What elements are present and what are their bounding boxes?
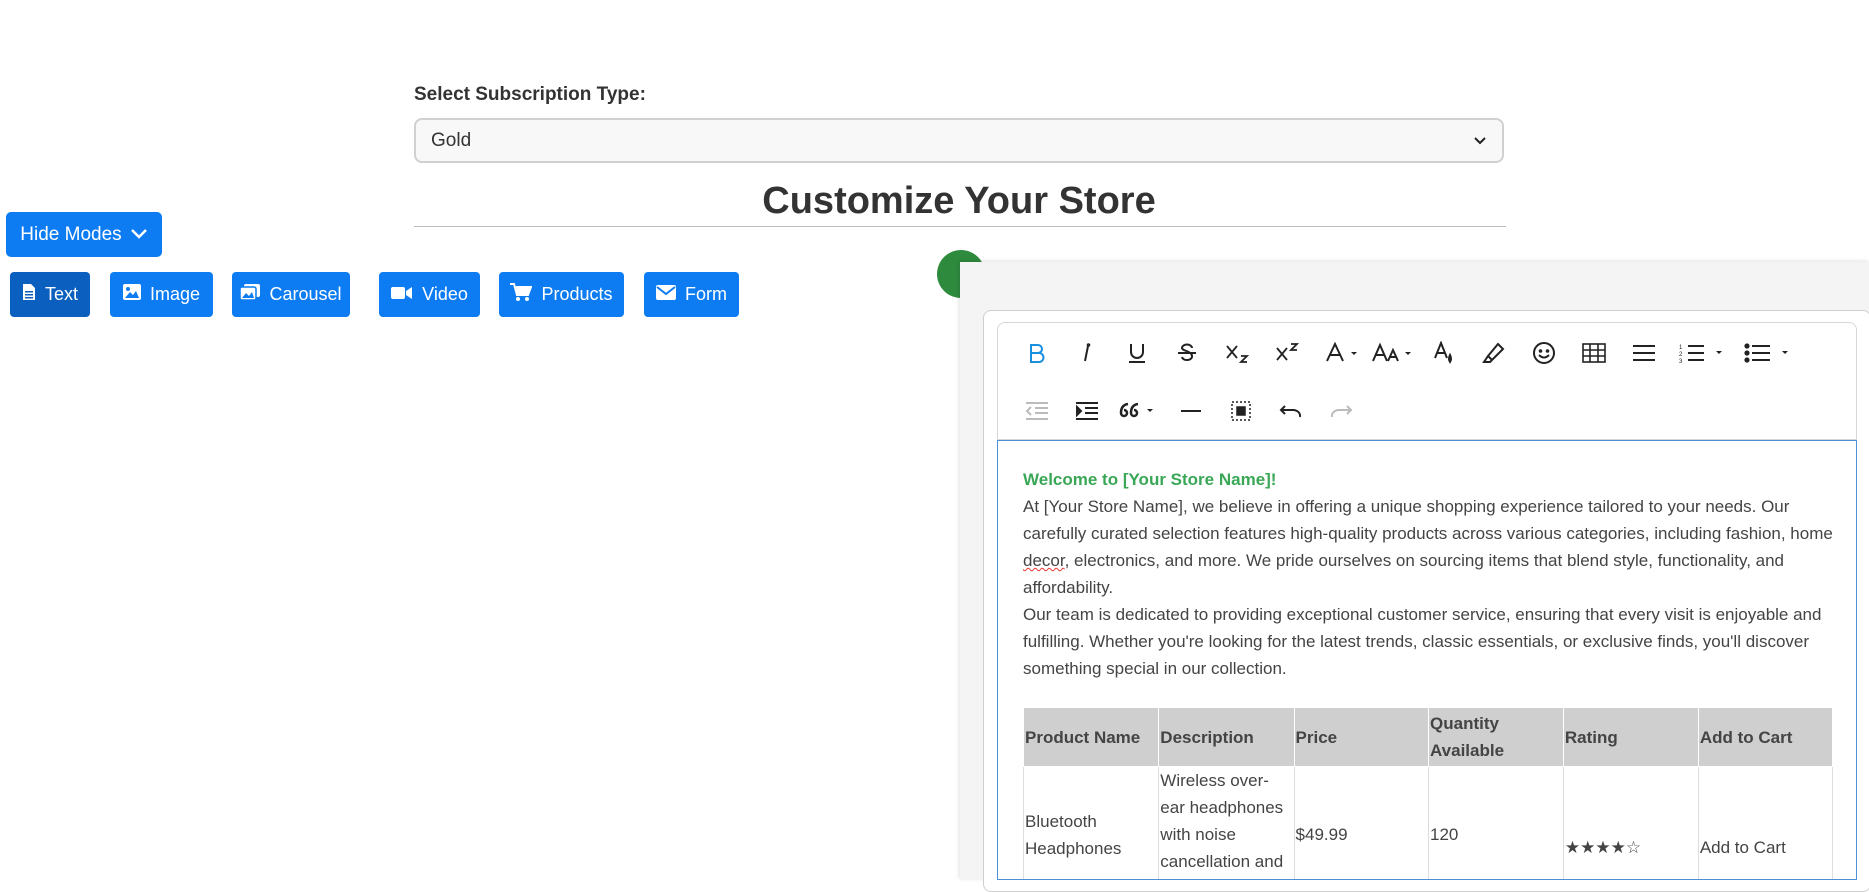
intro-paragraph: At [Your Store Name], we believe in offe… <box>1023 497 1833 597</box>
blockquote-icon[interactable] <box>1117 391 1161 431</box>
editor-content[interactable]: Welcome to [Your Store Name]! At [Your S… <box>997 440 1857 880</box>
mode-products-button[interactable]: Products <box>499 272 624 317</box>
font-color-icon[interactable] <box>1320 333 1366 373</box>
mode-carousel-label: Carousel <box>269 284 342 304</box>
table-cell: Wireless over-ear headphones with noise … <box>1158 766 1295 879</box>
indent-icon[interactable] <box>1067 391 1107 431</box>
svg-text:1: 1 <box>1679 345 1683 351</box>
mode-form-button[interactable]: Form <box>644 272 739 317</box>
italic-icon[interactable] <box>1067 333 1107 373</box>
table-row: Bluetooth Headphones Wireless over-ear h… <box>1022 766 1834 879</box>
table-cell: 120 <box>1428 766 1564 879</box>
svg-text:3: 3 <box>1679 359 1683 363</box>
emoji-icon[interactable] <box>1524 333 1564 373</box>
mode-video-button[interactable]: Video <box>379 272 480 317</box>
chevron-down-icon <box>130 224 148 246</box>
chevron-down-icon <box>1472 132 1488 154</box>
column-header: Description <box>1158 707 1295 767</box>
select-all-icon[interactable] <box>1221 391 1261 431</box>
subscription-select[interactable]: Gold <box>414 118 1504 163</box>
hide-modes-label: Hide Modes <box>20 223 122 245</box>
column-header: Price <box>1293 707 1430 767</box>
subscription-selected-value: Gold <box>431 129 472 151</box>
mode-image-label: Image <box>149 284 201 304</box>
superscript-icon[interactable] <box>1267 333 1307 373</box>
mode-text-button[interactable]: Text <box>10 272 90 317</box>
strikethrough-icon[interactable] <box>1167 333 1207 373</box>
table-icon[interactable] <box>1574 333 1614 373</box>
images-icon <box>239 284 261 305</box>
editor-toolbar: 123 <box>997 322 1857 440</box>
hide-modes-button[interactable]: Hide Modes <box>6 212 162 257</box>
text-color-icon[interactable] <box>1424 333 1464 373</box>
font-size-icon[interactable] <box>1370 333 1418 373</box>
service-paragraph: Our team is dedicated to providing excep… <box>1023 605 1822 678</box>
underline-icon[interactable] <box>1117 333 1157 373</box>
products-table: Product Name Description Price Quantity … <box>1022 707 1834 879</box>
rating-cell: ★★★★☆ <box>1562 766 1699 879</box>
table-cell: $49.99 <box>1293 766 1430 879</box>
subscription-label: Select Subscription Type: <box>414 84 646 105</box>
welcome-heading: Welcome to [Your Store Name]! <box>1023 470 1277 489</box>
video-icon <box>391 284 413 305</box>
mode-image-button[interactable]: Image <box>110 272 213 317</box>
table-header-row: Product Name Description Price Quantity … <box>1022 707 1834 767</box>
horizontal-rule-icon[interactable] <box>1171 391 1211 431</box>
mode-video-label: Video <box>422 284 468 304</box>
envelope-icon <box>656 284 676 305</box>
align-icon[interactable] <box>1624 333 1664 373</box>
svg-text:2: 2 <box>1679 352 1683 358</box>
column-header: Rating <box>1562 707 1699 767</box>
highlight-icon[interactable] <box>1474 333 1514 373</box>
column-header: Product Name <box>1022 707 1160 767</box>
unordered-list-icon[interactable] <box>1740 333 1796 373</box>
column-header: Quantity Available <box>1428 707 1564 767</box>
mode-carousel-button[interactable]: Carousel <box>232 272 350 317</box>
bold-icon[interactable] <box>1017 333 1057 373</box>
column-header: Add to Cart <box>1697 707 1834 767</box>
undo-icon[interactable] <box>1271 391 1311 431</box>
outdent-icon[interactable] <box>1017 391 1057 431</box>
image-icon <box>122 284 141 305</box>
title-divider <box>414 226 1506 227</box>
cart-icon <box>510 283 533 306</box>
table-cell: Bluetooth Headphones <box>1022 766 1160 879</box>
mode-text-label: Text <box>44 284 78 304</box>
mode-products-label: Products <box>541 284 613 304</box>
mode-form-label: Form <box>685 284 727 304</box>
ordered-list-icon[interactable]: 123 <box>1674 333 1730 373</box>
redo-icon[interactable] <box>1321 391 1361 431</box>
page-title: Customize Your Store <box>762 180 1156 222</box>
add-to-cart-link[interactable]: Add to Cart <box>1697 766 1834 879</box>
file-icon <box>22 283 36 306</box>
subscript-icon[interactable] <box>1217 333 1257 373</box>
